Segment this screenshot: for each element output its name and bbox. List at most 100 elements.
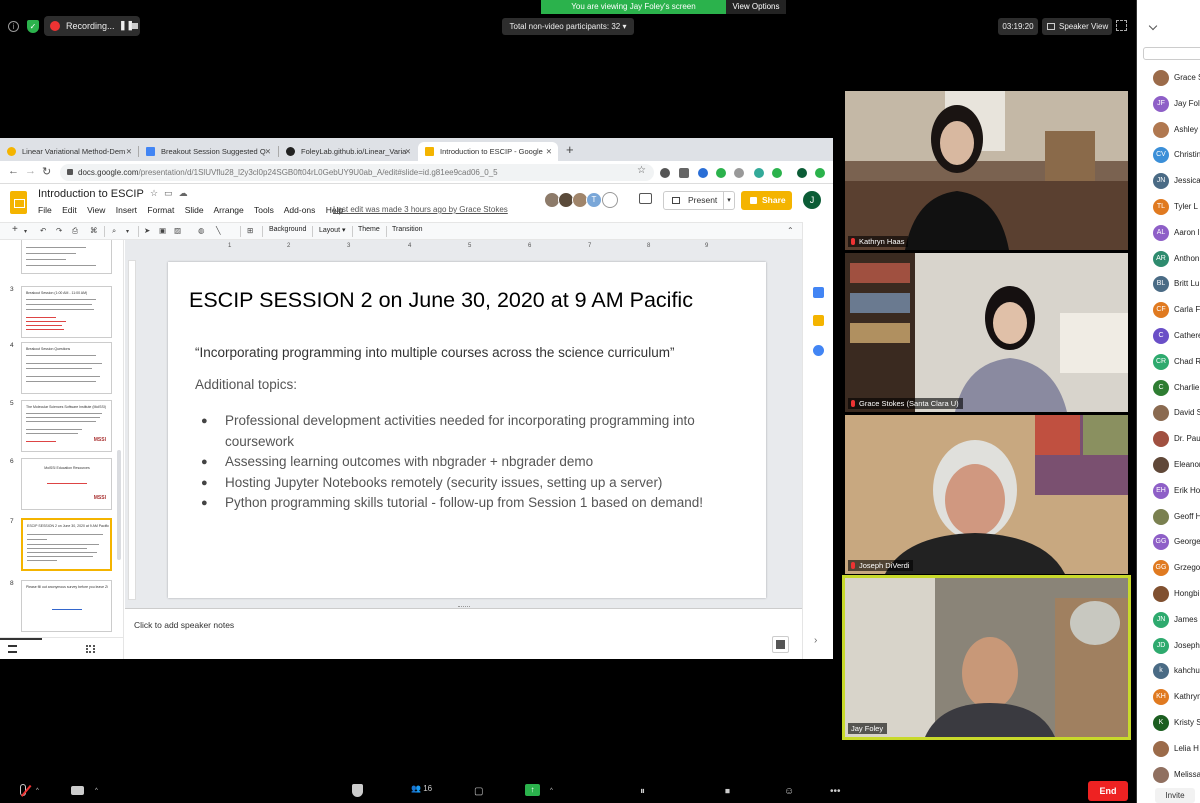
close-tab-icon[interactable]: ✕	[265, 142, 271, 161]
participant-row[interactable]: K Kristy S	[1137, 710, 1200, 735]
text-box-icon[interactable]: ▣	[159, 226, 166, 235]
image-icon[interactable]: ▨	[174, 226, 181, 235]
participant-row[interactable]: k kahchu	[1137, 658, 1200, 683]
end-meeting-button[interactable]: End	[1088, 781, 1128, 801]
grammarly-icon[interactable]	[716, 168, 726, 178]
slide-filmstrip[interactable]: 3 Breakout Session (1:00 AM - 11:00 AM) …	[0, 240, 124, 659]
calendar-icon[interactable]	[813, 287, 824, 298]
slide-thumbnail-4[interactable]: Breakout Session Questions	[21, 342, 112, 394]
menu-format[interactable]: Format	[147, 205, 174, 215]
new-tab-icon[interactable]: +	[566, 142, 574, 157]
info-icon[interactable]: i	[8, 21, 19, 32]
close-tab-icon[interactable]: ✕	[546, 142, 552, 161]
reactions-icon[interactable]: ☺	[784, 786, 794, 797]
background-button[interactable]: Background	[269, 226, 306, 233]
extension-icon[interactable]	[660, 168, 670, 178]
reload-icon[interactable]: ↻	[42, 165, 51, 178]
collaborator-avatar[interactable]: T	[586, 192, 602, 208]
slide-thumbnail-5[interactable]: The Molecular Sciences Software Institut…	[21, 400, 112, 452]
invite-button[interactable]: Invite	[1155, 788, 1195, 803]
slide-thumbnail-8[interactable]: Please fill out anonymous survey before …	[21, 580, 112, 632]
layout-button[interactable]: Layout ▾	[319, 226, 346, 234]
slide-thumbnail-7-selected[interactable]: ESCIP SESSION 2 on June 30, 2020 at 9 AM…	[21, 518, 112, 571]
extension-icon[interactable]	[679, 168, 689, 178]
collapse-panel-icon[interactable]	[1148, 21, 1158, 31]
present-button[interactable]: Present ▾	[663, 191, 735, 210]
select-cursor-icon[interactable]: ➤	[144, 226, 150, 235]
participant-row[interactable]: GG George	[1137, 529, 1200, 554]
participant-row[interactable]: Geoff H	[1137, 504, 1200, 529]
participant-row[interactable]: JN James	[1137, 607, 1200, 632]
share-options-icon[interactable]: ^	[550, 788, 553, 794]
view-options-button[interactable]: View Options	[726, 0, 786, 14]
cloud-status-icon[interactable]: ☁	[179, 188, 194, 198]
participant-row[interactable]: GG Grzego	[1137, 555, 1200, 580]
extension-icon[interactable]	[734, 168, 744, 178]
shape-icon[interactable]: ◍	[198, 226, 205, 235]
undo-icon[interactable]: ↶	[40, 226, 46, 235]
video-tile-grace-stokes[interactable]: Grace Stokes (Santa Clara U)	[845, 253, 1128, 412]
participant-row[interactable]: AL Aaron l	[1137, 220, 1200, 245]
fullscreen-icon[interactable]	[1116, 20, 1127, 31]
folder-icon[interactable]: ▭	[164, 188, 179, 198]
explore-icon[interactable]	[772, 636, 789, 653]
nonvideo-participants-button[interactable]: Total non-video participants: 32 ▾	[502, 18, 634, 35]
menu-tools[interactable]: Tools	[254, 205, 274, 215]
participant-row[interactable]: Grace S	[1137, 65, 1200, 90]
menu-addons[interactable]: Add-ons	[284, 205, 316, 215]
participant-row[interactable]: C Charlie	[1137, 375, 1200, 400]
more-collaborators-icon[interactable]	[602, 192, 618, 208]
video-options-icon[interactable]: ^	[95, 788, 98, 794]
account-avatar[interactable]: J	[803, 191, 821, 209]
document-title[interactable]: Introduction to ESCIP	[38, 188, 144, 200]
slide-bullet-list[interactable]: Professional development activities need…	[201, 411, 731, 514]
print-icon[interactable]: ⎙	[72, 226, 78, 236]
stop-recording-icon[interactable]	[132, 23, 138, 29]
video-tile-jay-foley-active[interactable]: Jay Foley	[842, 575, 1131, 740]
chat-icon[interactable]: ▢	[474, 786, 483, 797]
forward-icon[interactable]: →	[25, 165, 36, 177]
slide-thumbnail-6[interactable]: MolSSI Education Resources MSSI	[21, 458, 112, 510]
slides-logo-icon[interactable]	[10, 191, 27, 214]
zoom-dropdown-icon[interactable]: ▾	[126, 228, 129, 235]
close-tab-icon[interactable]: ✕	[405, 142, 411, 161]
back-icon[interactable]: ←	[8, 165, 19, 177]
encryption-shield-icon[interactable]: ✓	[27, 20, 39, 33]
slide-thumbnail-2[interactable]	[21, 240, 112, 274]
theme-button[interactable]: Theme	[358, 226, 380, 233]
participant-row[interactable]: Dr. Pau	[1137, 426, 1200, 451]
paint-format-icon[interactable]: ⌘	[90, 226, 98, 235]
pause-share-icon[interactable]: ⏸	[640, 786, 645, 797]
record-icon[interactable]: ⏹	[725, 786, 730, 797]
participant-row[interactable]: AR Anthon	[1137, 246, 1200, 271]
menu-view[interactable]: View	[87, 205, 105, 215]
current-slide[interactable]: ESCIP SESSION 2 on June 30, 2020 at 9 AM…	[168, 262, 766, 598]
transition-button[interactable]: Transition	[392, 226, 422, 233]
participant-row[interactable]: TL Tyler L	[1137, 194, 1200, 219]
participants-button[interactable]: 👥 16	[411, 784, 432, 793]
slide-title[interactable]: ESCIP SESSION 2 on June 30, 2020 at 9 AM…	[189, 288, 693, 313]
menu-insert[interactable]: Insert	[116, 205, 137, 215]
star-icon[interactable]: ☆	[150, 188, 164, 198]
participant-row[interactable]: CR Chad R	[1137, 349, 1200, 374]
speaker-notes[interactable]: Click to add speaker notes	[125, 608, 802, 659]
participant-row[interactable]: CF Carla F	[1137, 297, 1200, 322]
line-icon[interactable]: ╲	[216, 226, 221, 235]
menu-arrange[interactable]: Arrange	[214, 205, 244, 215]
participant-row[interactable]: CV Christin	[1137, 142, 1200, 167]
slide-thumbnail-3[interactable]: Breakout Session (1:00 AM - 11:00 AM)	[21, 286, 112, 338]
participant-row[interactable]: Hongbi	[1137, 581, 1200, 606]
extension-icon[interactable]	[772, 168, 782, 178]
menu-slide[interactable]: Slide	[185, 205, 204, 215]
menu-edit[interactable]: Edit	[62, 205, 77, 215]
filmstrip-view-icon[interactable]	[8, 645, 17, 653]
audio-options-icon[interactable]: ^	[36, 788, 39, 794]
participant-row[interactable]: JD Joseph	[1137, 633, 1200, 658]
close-tab-icon[interactable]: ✕	[126, 142, 132, 161]
url-field[interactable]: docs.google.com/presentation/d/1SlUVflu2…	[60, 164, 654, 181]
slide-subtitle[interactable]: “Incorporating programming into multiple…	[195, 345, 674, 360]
tasks-icon[interactable]	[813, 345, 824, 356]
browser-tab-1[interactable]: Linear Variational Method-Dem ✕	[0, 142, 138, 161]
browser-tab-2[interactable]: Breakout Session Suggested Q ✕	[139, 142, 277, 161]
participant-row[interactable]: JF Jay Fol	[1137, 91, 1200, 116]
